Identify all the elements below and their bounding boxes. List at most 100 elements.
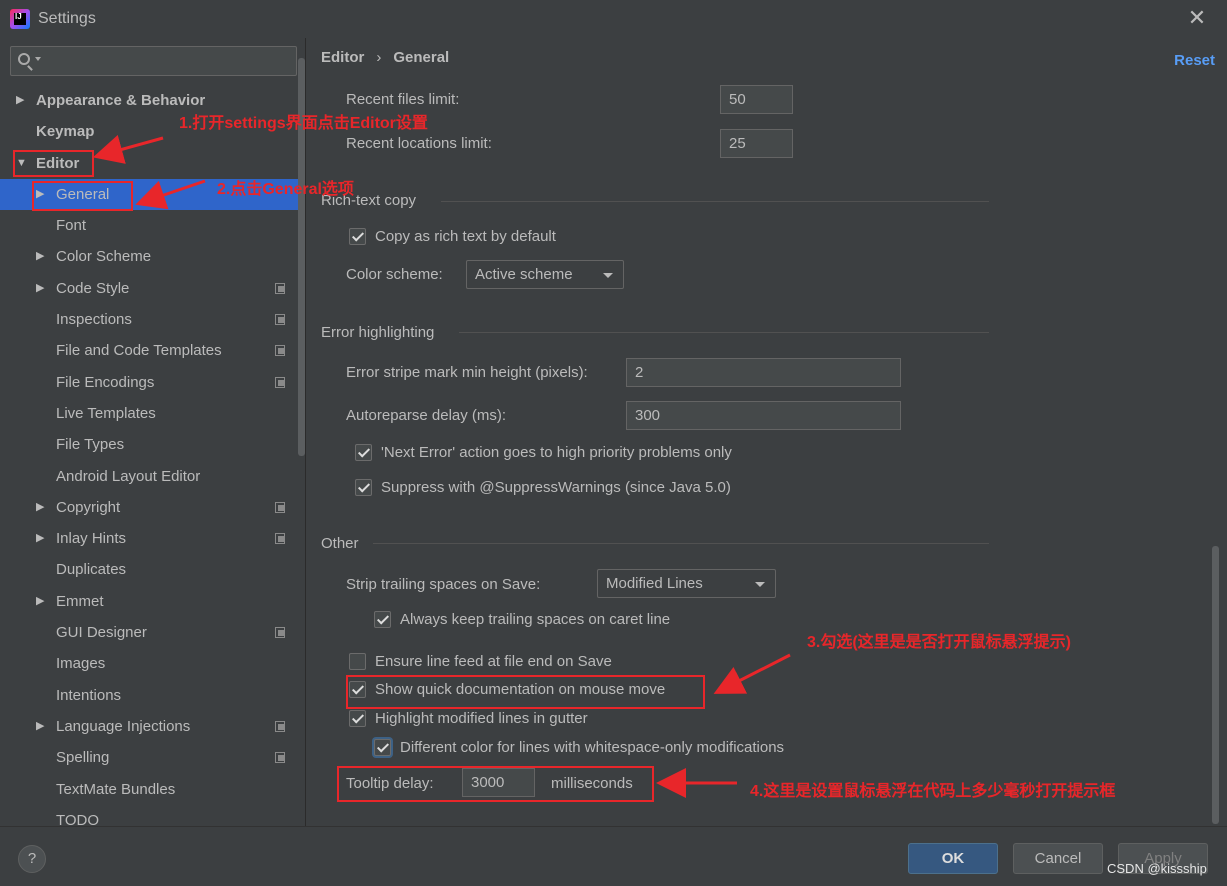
watermark: CSDN @kissship <box>1107 861 1207 876</box>
intellij-logo-icon: IJ <box>10 9 30 29</box>
sidebar-item-copyright[interactable]: ▶ Copyright <box>0 492 305 523</box>
panel-scrollbar[interactable] <box>1212 546 1219 824</box>
strip-trailing-dropdown[interactable]: Modified Lines <box>597 569 776 598</box>
sidebar-item-intentions[interactable]: Intentions <box>0 680 305 711</box>
error-stripe-label: Error stripe mark min height (pixels): <box>346 364 588 381</box>
reset-link[interactable]: Reset <box>1174 52 1215 69</box>
color-scheme-label: Color scheme: <box>346 266 443 283</box>
chevron-right-icon[interactable]: ▶ <box>36 711 44 742</box>
sidebar-item-label: Code Style <box>56 279 130 297</box>
strip-trailing-label: Strip trailing spaces on Save: <box>346 576 541 593</box>
next-error-label: 'Next Error' action goes to high priorit… <box>381 444 732 461</box>
keep-trailing-checkbox[interactable] <box>374 611 391 628</box>
project-scope-icon <box>275 533 285 545</box>
autoreparse-input[interactable]: 300 <box>626 401 901 430</box>
help-button[interactable]: ? <box>18 845 46 873</box>
annotation-box-quick-doc <box>346 675 705 709</box>
project-scope-icon <box>275 627 285 639</box>
breadcrumb-separator: › <box>376 49 382 66</box>
sidebar-item-spelling[interactable]: Spelling <box>0 742 305 773</box>
recent-files-input[interactable]: 50 <box>720 85 793 114</box>
ok-button[interactable]: OK <box>908 843 998 874</box>
recent-locations-input[interactable]: 25 <box>720 129 793 158</box>
highlight-modified-checkbox[interactable] <box>349 710 366 727</box>
project-scope-icon <box>275 345 285 357</box>
recent-files-label: Recent files limit: <box>346 91 460 108</box>
chevron-right-icon[interactable]: ▶ <box>16 85 24 116</box>
error-stripe-input[interactable]: 2 <box>626 358 901 387</box>
sidebar-item-duplicates[interactable]: Duplicates <box>0 554 305 585</box>
sidebar-item-label: Font <box>56 217 87 235</box>
sidebar-item-file-types[interactable]: File Types <box>0 429 305 460</box>
sidebar-item-label: Inspections <box>56 311 132 329</box>
sidebar-item-images[interactable]: Images <box>0 648 305 679</box>
chevron-down-icon[interactable] <box>35 57 41 61</box>
sidebar-item-live-templates[interactable]: Live Templates <box>0 398 305 429</box>
title-bar: IJ Settings ✕ <box>0 0 1227 38</box>
sidebar-item-inlay-hints[interactable]: ▶ Inlay Hints <box>0 523 305 554</box>
sidebar-item-label: Keymap <box>36 123 95 141</box>
sidebar-item-emmet[interactable]: ▶ Emmet <box>0 586 305 617</box>
different-color-label: Different color for lines with whitespac… <box>400 739 785 756</box>
section-divider <box>373 543 989 544</box>
sidebar-item-inspections[interactable]: Inspections <box>0 304 305 335</box>
annotation-box-general <box>32 181 133 211</box>
chevron-right-icon[interactable]: ▶ <box>36 241 44 272</box>
suppress-warnings-checkbox[interactable] <box>355 479 372 496</box>
sidebar-item-color-scheme[interactable]: ▶ Color Scheme <box>0 241 305 272</box>
autoreparse-label: Autoreparse delay (ms): <box>346 407 507 424</box>
project-scope-icon <box>275 376 285 388</box>
error-highlighting-section-title: Error highlighting <box>321 324 435 341</box>
chevron-right-icon[interactable]: ▶ <box>36 492 44 523</box>
sidebar-item-label: Images <box>56 655 106 673</box>
highlight-modified-label: Highlight modified lines in gutter <box>375 710 588 727</box>
sidebar-item-code-style[interactable]: ▶ Code Style <box>0 273 305 304</box>
suppress-warnings-label: Suppress with @SuppressWarnings (since J… <box>381 479 731 496</box>
search-box[interactable] <box>10 46 297 76</box>
sidebar-item-label: Intentions <box>56 686 122 704</box>
sidebar-item-todo[interactable]: TODO <box>0 805 305 826</box>
project-scope-icon <box>275 720 285 732</box>
chevron-right-icon[interactable]: ▶ <box>36 523 44 554</box>
annotation-box-tooltip <box>337 766 654 802</box>
breadcrumb: Editor › General <box>321 49 449 66</box>
color-scheme-value: Active scheme <box>475 266 573 283</box>
color-scheme-dropdown[interactable]: Active scheme <box>466 260 624 289</box>
sidebar-item-textmate-bundles[interactable]: TextMate Bundles <box>0 774 305 805</box>
sidebar-item-label: Android Layout Editor <box>56 467 201 485</box>
chevron-right-icon[interactable]: ▶ <box>36 586 44 617</box>
sidebar-item-label: Live Templates <box>56 404 156 422</box>
ensure-line-feed-label: Ensure line feed at file end on Save <box>375 653 612 670</box>
next-error-checkbox[interactable] <box>355 444 372 461</box>
copy-rich-text-checkbox[interactable] <box>349 228 366 245</box>
sidebar-item-label: File Types <box>56 436 125 454</box>
project-scope-icon <box>275 501 285 513</box>
ensure-line-feed-checkbox[interactable] <box>349 653 366 670</box>
sidebar-item-android-layout-editor[interactable]: Android Layout Editor <box>0 461 305 492</box>
project-scope-icon <box>275 314 285 326</box>
sidebar-item-label: GUI Designer <box>56 624 147 642</box>
sidebar-item-label: TODO <box>56 811 100 826</box>
sidebar-item-label: File and Code Templates <box>56 342 222 360</box>
sidebar-item-file-and-code-templates[interactable]: File and Code Templates <box>0 335 305 366</box>
recent-locations-label: Recent locations limit: <box>346 135 492 152</box>
sidebar-item-language-injections[interactable]: ▶ Language Injections <box>0 711 305 742</box>
close-icon[interactable]: ✕ <box>1187 7 1207 29</box>
search-input[interactable] <box>45 51 290 71</box>
sidebar-item-label: Duplicates <box>56 561 127 579</box>
keep-trailing-label: Always keep trailing spaces on caret lin… <box>400 611 671 628</box>
chevron-down-icon <box>755 582 765 587</box>
different-color-checkbox[interactable] <box>374 739 391 756</box>
sidebar-item-file-encodings[interactable]: File Encodings <box>0 367 305 398</box>
section-divider <box>459 332 989 333</box>
section-divider <box>441 201 989 202</box>
sidebar-item-label: Inlay Hints <box>56 530 127 548</box>
sidebar-item-label: Language Injections <box>56 717 191 735</box>
sidebar-item-gui-designer[interactable]: GUI Designer <box>0 617 305 648</box>
breadcrumb-parent[interactable]: Editor <box>321 49 364 66</box>
chevron-right-icon[interactable]: ▶ <box>36 273 44 304</box>
annotation-step3: 3.勾选(这里是是否打开鼠标悬浮提示) <box>807 634 1072 651</box>
search-icon[interactable] <box>18 53 30 65</box>
sidebar-item-font[interactable]: Font <box>0 210 305 241</box>
cancel-button[interactable]: Cancel <box>1013 843 1103 874</box>
